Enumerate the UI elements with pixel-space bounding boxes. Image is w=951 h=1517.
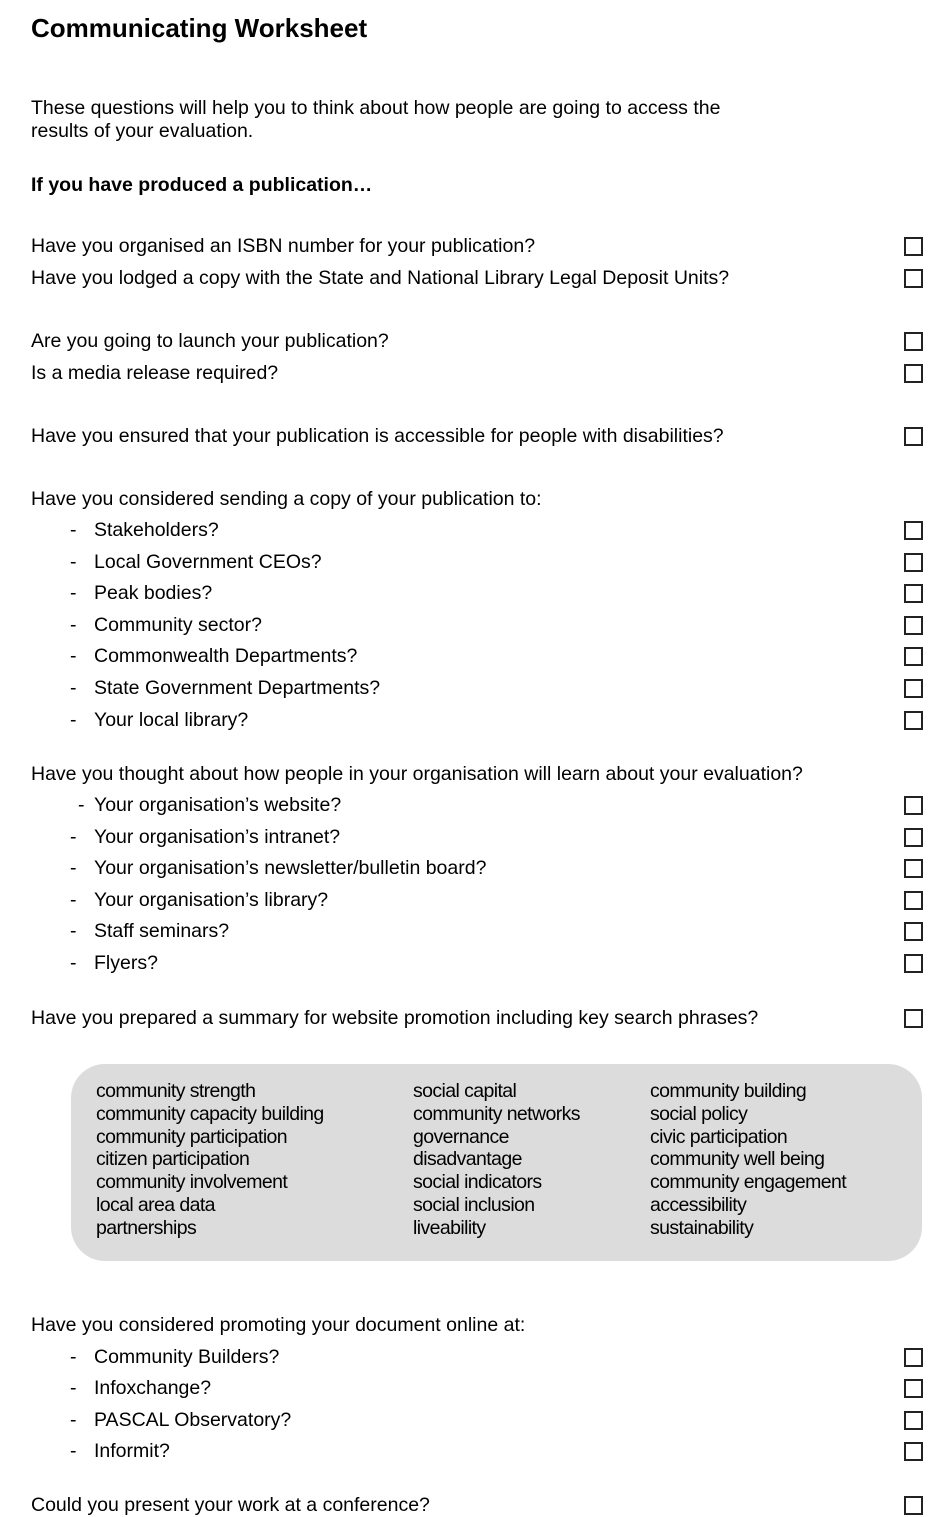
keyword-item: community capacity building — [96, 1102, 324, 1125]
question-promote-online: Have you considered promoting your docum… — [31, 1314, 526, 1336]
list-item-label: PASCAL Observatory? — [94, 1408, 292, 1431]
list-item-label: Your organisation’s library? — [94, 888, 329, 911]
list-item-label: Community sector? — [94, 613, 262, 636]
question-legal-deposit: Have you lodged a copy with the State an… — [31, 267, 730, 289]
keyword-item: disadvantage — [413, 1148, 522, 1171]
keyword-column-1: community strength community capacity bui… — [96, 1080, 324, 1240]
bullet-dash: - — [70, 613, 77, 636]
checkbox[interactable] — [904, 615, 923, 635]
keyword-item: community building — [650, 1080, 807, 1102]
keyword-item: community well being — [650, 1148, 825, 1171]
checkbox[interactable] — [904, 584, 923, 604]
checkbox[interactable] — [904, 796, 923, 815]
keyword-item: local area data — [96, 1193, 216, 1216]
page-title: Communicating Worksheet — [31, 13, 368, 43]
checkbox[interactable] — [904, 922, 923, 942]
bullet-dash: - — [70, 888, 77, 911]
bullet-dash: - — [70, 825, 77, 848]
list-item-label: Local Government CEOs? — [94, 550, 322, 573]
keyword-item: social inclusion — [413, 1193, 535, 1216]
checkbox[interactable] — [904, 1441, 923, 1461]
list-item-label: Infoxchange? — [94, 1377, 212, 1400]
list-item-label: State Government Departments? — [94, 677, 381, 699]
list-item-label: Flyers? — [94, 952, 158, 974]
keyword-item: social indicators — [413, 1171, 542, 1194]
bullet-dash: - — [70, 952, 77, 974]
list-item-label: Peak bodies? — [94, 582, 213, 605]
keyword-item: community networks — [413, 1102, 581, 1125]
bullet-dash: - — [70, 857, 77, 880]
bullet-dash: - — [70, 550, 77, 573]
keyword-column-2: social capital community networks governan… — [413, 1080, 581, 1240]
checkbox[interactable] — [904, 1348, 923, 1367]
keyword-item: sustainability — [650, 1216, 754, 1239]
list-item-label: Informit? — [94, 1439, 170, 1462]
keyword-item: citizen participation — [96, 1148, 250, 1171]
question-conference: Could you present your work at a confere… — [31, 1494, 430, 1516]
keyword-item: community strength — [96, 1080, 256, 1102]
question-org-learn: Have you thought about how people in you… — [31, 763, 803, 785]
checkbox-isbn[interactable] — [904, 237, 923, 256]
keyword-item: community involvement — [96, 1171, 288, 1194]
keyword-item: partnerships — [96, 1216, 197, 1239]
keyword-column-3: community building social policy civic par… — [650, 1080, 847, 1240]
question-accessible: Have you ensured that your publication i… — [31, 425, 724, 447]
keyword-item: social policy — [650, 1102, 748, 1125]
list-item-label: Commonwealth Departments? — [94, 645, 358, 668]
bullet-dash: - — [70, 1408, 77, 1431]
bullet-dash: - — [70, 677, 77, 699]
bullet-dash: - — [70, 1346, 77, 1368]
keyword-item: liveability — [413, 1216, 486, 1239]
checkbox-legal-deposit[interactable] — [904, 269, 923, 288]
keyword-item: community participation — [96, 1125, 288, 1148]
question-media-release: Is a media release required? — [31, 362, 279, 384]
list-item-label: Staff seminars? — [94, 920, 230, 943]
checkbox[interactable] — [904, 1410, 923, 1430]
bullet-dash: - — [70, 1439, 77, 1462]
bullet-dash: - — [78, 794, 85, 816]
bullet-dash: - — [70, 519, 77, 541]
question-isbn: Have you organised an ISBN number for yo… — [31, 235, 536, 257]
question-launch: Are you going to launch your publication… — [31, 330, 389, 352]
question-summary: Have you prepared a summary for website … — [31, 1007, 759, 1029]
list-item-label: Community Builders? — [94, 1346, 280, 1368]
list-item-label: Your local library? — [94, 708, 249, 731]
checkbox[interactable] — [904, 552, 923, 572]
checkbox[interactable] — [904, 827, 923, 847]
checkbox[interactable] — [904, 890, 923, 910]
keyword-item: accessibility — [650, 1193, 747, 1216]
checkbox-launch[interactable] — [904, 332, 923, 351]
section-heading: If you have produced a publication… — [31, 174, 373, 196]
bullet-dash: - — [70, 1377, 77, 1400]
checkbox[interactable] — [904, 647, 923, 667]
list-item-label: Your organisation’s newsletter/bulletin … — [94, 857, 487, 880]
checkbox[interactable] — [904, 710, 923, 730]
list-item-label: Your organisation’s intranet? — [94, 825, 341, 848]
keyword-item: social capital — [413, 1080, 517, 1102]
checkbox[interactable] — [904, 679, 923, 698]
keyword-item: governance — [413, 1125, 510, 1148]
intro-text: These questions will help you to think a… — [31, 97, 721, 142]
bullet-dash: - — [70, 920, 77, 943]
checkbox-summary[interactable] — [904, 1009, 923, 1028]
checkbox[interactable] — [904, 859, 923, 879]
bullet-dash: - — [70, 645, 77, 668]
question-send-copy: Have you considered sending a copy of yo… — [31, 488, 542, 510]
bullet-dash: - — [70, 708, 77, 731]
list-item-label: Your organisation’s website? — [94, 794, 342, 816]
checkbox[interactable] — [904, 954, 923, 973]
checkbox-accessible[interactable] — [904, 427, 923, 446]
checkbox[interactable] — [904, 521, 923, 540]
list-item-label: Stakeholders? — [94, 519, 219, 541]
keyword-item: community engagement — [650, 1171, 847, 1194]
checkbox[interactable] — [904, 1379, 923, 1399]
keyword-item: civic participation — [650, 1125, 788, 1148]
checkbox-conference[interactable] — [904, 1496, 923, 1515]
checkbox-media-release[interactable] — [904, 364, 923, 383]
bullet-dash: - — [70, 582, 77, 605]
